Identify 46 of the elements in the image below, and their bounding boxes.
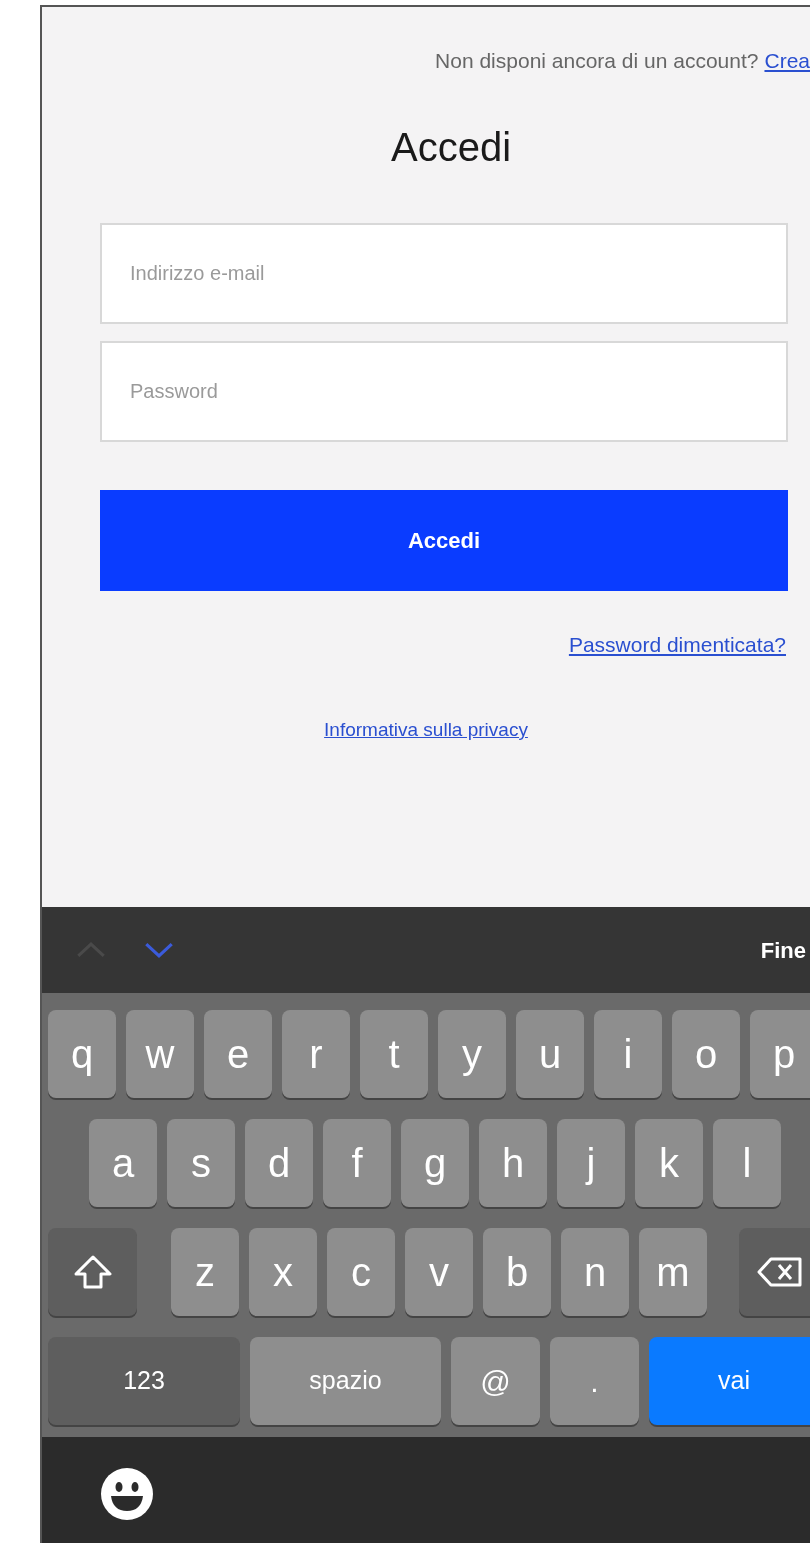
go-key[interactable]: vai [649,1337,810,1425]
page-title: Accedi [390,123,512,171]
letter-key[interactable]: n [561,1228,629,1316]
letter-key[interactable]: k [635,1119,703,1207]
numbers-key[interactable]: 123 [48,1337,240,1425]
privacy-link[interactable]: Informativa sulla privacy [324,716,528,745]
letter-key[interactable]: j [557,1119,625,1207]
letter-key[interactable]: s [167,1119,235,1207]
login-button[interactable]: Accedi [100,489,788,591]
letter-key[interactable]: y [438,1010,506,1098]
next-field-icon[interactable] [144,941,174,959]
letter-key[interactable]: m [639,1228,707,1316]
signup-link[interactable]: Crea [764,45,810,77]
letter-key[interactable]: t [360,1010,428,1098]
input-field[interactable]: Password [100,340,788,442]
letter-key[interactable]: b [483,1228,551,1316]
letter-key[interactable]: h [479,1119,547,1207]
shift-icon [72,1254,113,1290]
letter-key[interactable]: f [323,1119,391,1207]
letter-key[interactable]: g [401,1119,469,1207]
letter-key[interactable]: u [516,1010,584,1098]
signup-prompt: Non disponi ancora di un account? [435,48,759,74]
letter-key[interactable]: e [204,1010,272,1098]
forgot-password-link[interactable]: Password dimenticata? [568,628,786,660]
letter-key[interactable]: w [126,1010,194,1098]
letter-key[interactable]: c [327,1228,395,1316]
done-button[interactable]: Fine [760,933,806,967]
letter-key[interactable]: a [89,1119,157,1207]
symbol-key[interactable]: . [550,1337,639,1425]
shift-key[interactable] [48,1228,137,1316]
letter-key[interactable]: z [171,1228,239,1316]
backspace-key[interactable] [739,1228,810,1316]
letter-key[interactable]: l [713,1119,781,1207]
letter-key[interactable]: v [405,1228,473,1316]
letter-key[interactable]: p [750,1010,810,1098]
space-key[interactable]: spazio [250,1337,441,1425]
letter-key[interactable]: i [594,1010,662,1098]
backspace-icon [757,1256,803,1288]
letter-key[interactable]: d [245,1119,313,1207]
emoji-icon[interactable] [100,1467,154,1521]
letter-key[interactable]: x [249,1228,317,1316]
letter-key[interactable]: o [672,1010,740,1098]
letter-key[interactable]: q [48,1010,116,1098]
input-field[interactable]: Indirizzo e-mail [100,222,788,324]
symbol-key[interactable]: @ [451,1337,540,1425]
letter-key[interactable]: r [282,1010,350,1098]
